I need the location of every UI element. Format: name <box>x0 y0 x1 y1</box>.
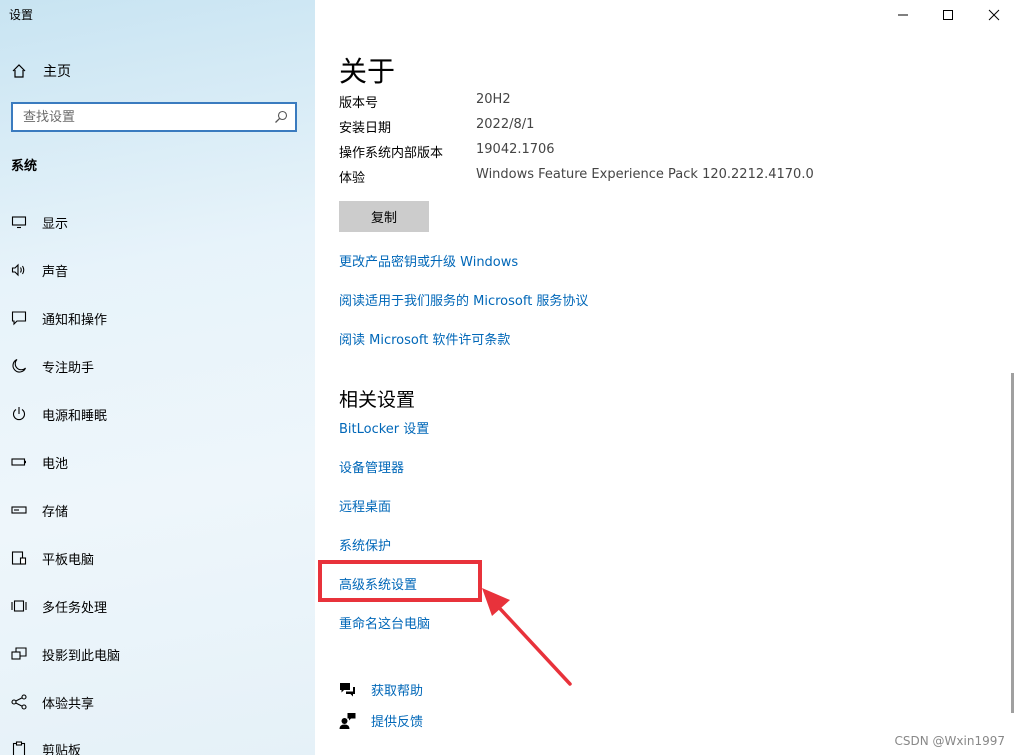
install-date-value: 2022/8/1 <box>476 117 535 132</box>
experience-label: 体验 <box>339 171 366 186</box>
remote-desktop-link[interactable]: 远程桌面 <box>339 496 391 515</box>
minimize-button[interactable] <box>888 4 918 26</box>
os-build-value: 19042.1706 <box>476 142 555 157</box>
moon-icon <box>12 358 27 373</box>
help-chat-icon <box>340 683 355 697</box>
annotation-highlight-box <box>318 560 482 602</box>
sidebar-item-home[interactable]: 主页 <box>11 61 71 81</box>
watermark: CSDN @Wxin1997 <box>894 734 1005 748</box>
app-title: 设置 <box>9 8 34 22</box>
sidebar-item-multitasking[interactable]: 多任务处理 <box>11 595 107 617</box>
search-input[interactable] <box>13 104 273 130</box>
sidebar-item-tablet[interactable]: 平板电脑 <box>11 547 94 569</box>
power-icon <box>12 407 26 421</box>
share-icon <box>11 694 27 710</box>
home-icon <box>12 64 26 78</box>
sidebar-item-power-sleep[interactable]: 电源和睡眠 <box>11 403 107 425</box>
experience-value: Windows Feature Experience Pack 120.2212… <box>476 167 814 182</box>
sidebar-item-label: 多任务处理 <box>42 600 108 616</box>
multitask-icon <box>11 600 27 612</box>
sidebar-item-label: 声音 <box>42 264 69 280</box>
sidebar-item-label: 平板电脑 <box>42 552 95 568</box>
sidebar-item-label: 主页 <box>43 64 71 80</box>
tablet-icon <box>11 551 27 565</box>
copy-button[interactable]: 复制 <box>339 201 429 232</box>
sidebar-item-sound[interactable]: 声音 <box>11 259 68 281</box>
sidebar-item-display[interactable]: 显示 <box>11 211 68 233</box>
related-settings-heading: 相关设置 <box>339 389 416 411</box>
sidebar-item-focus-assist[interactable]: 专注助手 <box>11 355 94 377</box>
sidebar-item-label: 电池 <box>42 456 69 472</box>
battery-icon <box>11 458 26 466</box>
sidebar-item-label: 剪贴板 <box>42 743 82 755</box>
search-icon[interactable] <box>274 110 288 124</box>
version-value: 20H2 <box>476 92 511 107</box>
maximize-icon <box>943 10 953 20</box>
device-manager-link[interactable]: 设备管理器 <box>339 457 404 476</box>
give-feedback-label: 提供反馈 <box>371 715 424 730</box>
sidebar-item-storage[interactable]: 存储 <box>11 499 68 521</box>
sidebar-item-project[interactable]: 投影到此电脑 <box>11 643 120 665</box>
sidebar-item-notifications[interactable]: 通知和操作 <box>11 307 107 329</box>
sidebar-item-label: 投影到此电脑 <box>42 648 121 664</box>
sidebar-item-label: 存储 <box>42 504 69 520</box>
sidebar-item-label: 专注助手 <box>42 360 95 376</box>
sidebar-item-label: 电源和睡眠 <box>42 408 108 424</box>
sidebar-item-battery[interactable]: 电池 <box>11 451 68 473</box>
sidebar-item-label: 体验共享 <box>42 696 95 712</box>
storage-icon <box>11 506 27 514</box>
sidebar-item-label: 显示 <box>42 216 69 232</box>
maximize-button[interactable] <box>933 4 963 26</box>
system-protection-link[interactable]: 系统保护 <box>339 535 391 554</box>
main-content: 关于 版本号 20H2 安装日期 2022/8/1 操作系统内部版本 19042… <box>315 0 1021 755</box>
scrollbar[interactable] <box>1011 373 1014 713</box>
sidebar: 设置 主页 系统 显示 声音 通知和操作 专注助手 电源和睡眠 电池 存储 平板… <box>0 0 315 755</box>
rename-pc-link[interactable]: 重命名这台电脑 <box>339 613 430 632</box>
clipboard-icon <box>12 741 26 755</box>
sidebar-item-shared-experiences[interactable]: 体验共享 <box>11 691 94 713</box>
sidebar-item-clipboard[interactable]: 剪贴板 <box>11 738 81 755</box>
license-terms-link[interactable]: 阅读 Microsoft 软件许可条款 <box>339 329 510 348</box>
change-product-key-link[interactable]: 更改产品密钥或升级 Windows <box>339 251 518 270</box>
install-date-label: 安装日期 <box>339 121 392 136</box>
speaker-icon <box>11 263 25 277</box>
annotation-arrow-icon <box>482 588 572 686</box>
close-icon <box>988 9 1000 21</box>
monitor-icon <box>11 216 27 229</box>
section-label-system: 系统 <box>11 159 38 174</box>
get-help-link[interactable]: 获取帮助 <box>339 680 423 699</box>
minimize-icon <box>898 14 908 16</box>
get-help-label: 获取帮助 <box>371 684 424 699</box>
search-box[interactable] <box>11 102 297 132</box>
bitlocker-settings-link[interactable]: BitLocker 设置 <box>339 418 429 437</box>
page-title: 关于 <box>339 55 396 88</box>
feedback-icon <box>339 713 356 729</box>
sidebar-item-label: 通知和操作 <box>42 312 108 328</box>
project-icon <box>11 647 27 660</box>
version-label: 版本号 <box>339 96 379 111</box>
close-button[interactable] <box>979 4 1009 26</box>
os-build-label: 操作系统内部版本 <box>339 146 444 161</box>
give-feedback-link[interactable]: 提供反馈 <box>339 711 423 730</box>
notification-icon <box>11 311 27 326</box>
service-agreement-link[interactable]: 阅读适用于我们服务的 Microsoft 服务协议 <box>339 290 588 309</box>
